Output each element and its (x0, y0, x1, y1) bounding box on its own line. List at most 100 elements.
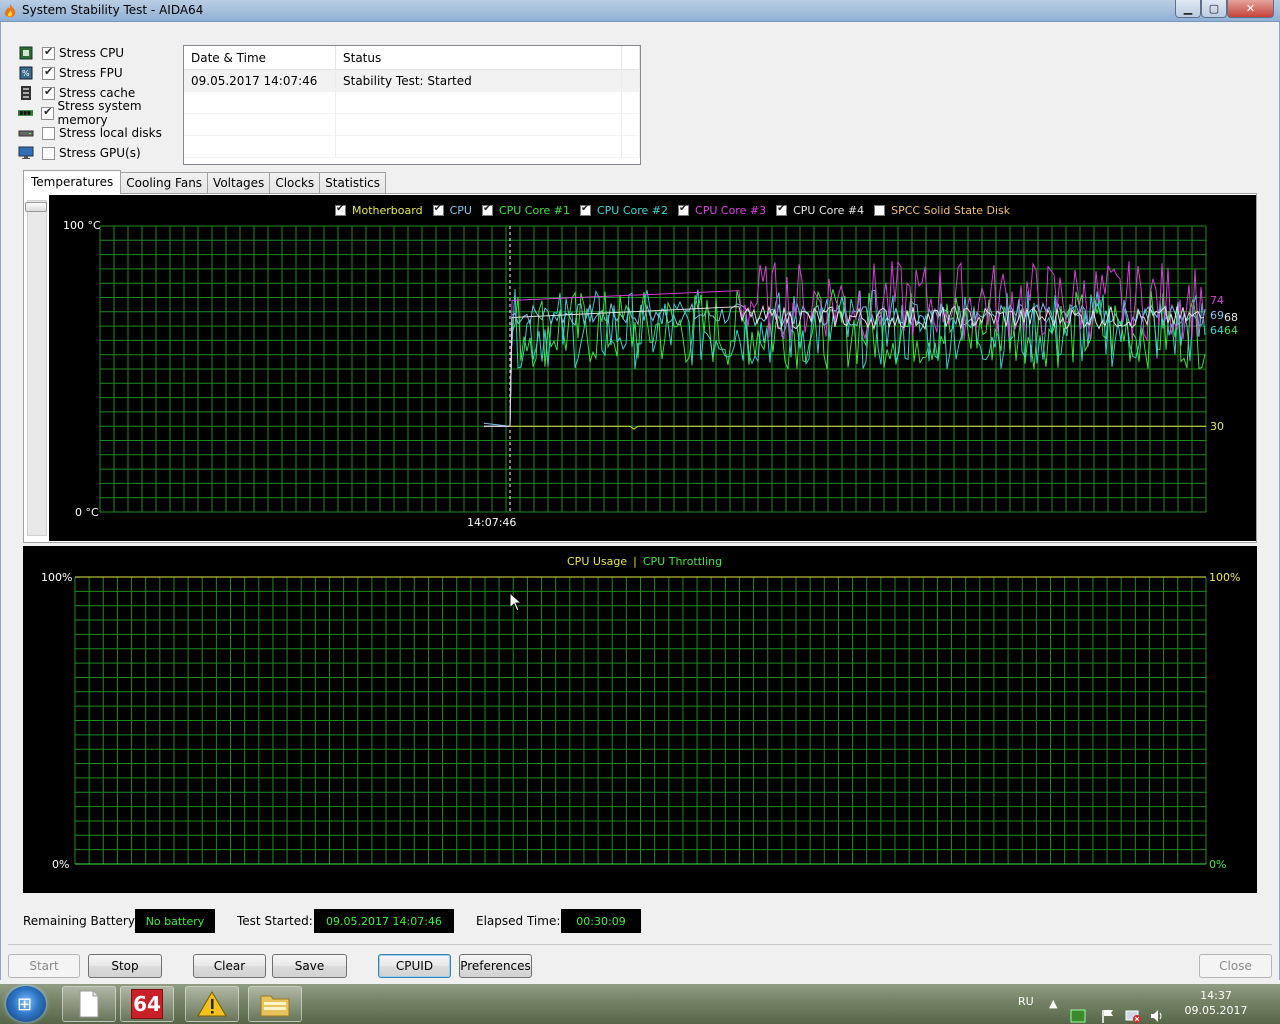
table-row (184, 92, 640, 114)
table-header: Date & Time Status (184, 46, 640, 70)
stress-memory-option[interactable]: Stress system memory (18, 99, 188, 127)
temperature-series-line (484, 288, 1206, 427)
temperature-series-line (484, 425, 1206, 430)
stress-fpu-label: Stress FPU (59, 66, 123, 80)
battery-value: No battery (135, 909, 215, 933)
minimize-button[interactable]: ▁ (1175, 0, 1201, 18)
cache-icon (21, 86, 31, 100)
window-close-button[interactable]: ✕ (1227, 0, 1274, 18)
stop-button[interactable]: Stop (88, 954, 162, 978)
svg-text:%: % (22, 69, 30, 78)
disk-drive-icon (18, 130, 34, 137)
temperature-graph: Motherboard CPU CPU Core #1 CPU Core #2 … (49, 195, 1256, 541)
value-core2: 64 (1210, 324, 1224, 337)
stress-fpu-option[interactable]: % Stress FPU (18, 64, 188, 82)
graph-scroll-thumb[interactable] (25, 202, 47, 212)
tab-statistics[interactable]: Statistics (319, 172, 387, 194)
cpu-usage-legend: CPU Usage | CPU Throttling (567, 555, 722, 568)
test-started-value: 09.05.2017 14:07:46 (314, 909, 454, 933)
network-disconnected-icon[interactable] (1124, 996, 1142, 1024)
graph-scroll-track[interactable] (27, 200, 47, 536)
clock-time: 14:37 (1200, 989, 1232, 1002)
stress-gpu-label: Stress GPU(s) (59, 146, 141, 160)
taskbar-item-explorer[interactable] (248, 986, 302, 1022)
temp-axis-bottom-label: 0 °C (75, 506, 99, 519)
legend-cpu-usage: CPU Usage (567, 555, 628, 568)
taskbar: ⊞ 64 (0, 984, 1280, 1024)
taskbar-item-document[interactable] (62, 986, 116, 1022)
legend-separator: | (633, 555, 637, 568)
legend-core4[interactable]: CPU Core #4 (776, 203, 865, 217)
value-core1: 64 (1224, 324, 1238, 337)
legend-motherboard-checkbox[interactable] (335, 203, 346, 216)
close-icon: ✕ (1245, 2, 1256, 15)
clear-button[interactable]: Clear (193, 954, 266, 978)
legend-cpu-checkbox[interactable] (432, 203, 444, 216)
system-clock[interactable]: 14:37 09.05.2017 (1180, 988, 1252, 1018)
start-button[interactable]: Start (8, 954, 80, 978)
legend-core3[interactable]: CPU Core #3 (678, 203, 766, 217)
taskbar-item-aida64[interactable]: 64 (120, 986, 174, 1022)
taskbar-item-warning[interactable] (185, 986, 239, 1022)
legend-cpu[interactable]: CPU (432, 203, 472, 217)
column-header-status[interactable]: Status (336, 46, 622, 70)
stress-disks-checkbox[interactable] (42, 126, 55, 140)
preferences-button[interactable]: Preferences (459, 954, 532, 978)
column-header-datetime[interactable]: Date & Time (184, 46, 336, 70)
temp-axis-top-label: 100 °C (63, 219, 101, 232)
tab-clocks[interactable]: Clocks (269, 172, 321, 194)
tab-voltages[interactable]: Voltages (207, 172, 271, 194)
legend-core2[interactable]: CPU Core #2 (579, 203, 669, 217)
stress-fpu-checkbox[interactable] (42, 65, 55, 80)
legend-ssd-checkbox[interactable] (874, 205, 886, 216)
temperature-graph-canvas (99, 225, 1207, 513)
windows-logo-icon: ⊞ (17, 994, 33, 1015)
maximize-button[interactable]: ▢ (1201, 0, 1227, 18)
monitor-icon (18, 146, 34, 159)
legend-core2-checkbox[interactable] (579, 203, 591, 216)
cpu-usage-grid (74, 576, 1207, 865)
temperature-legend: Motherboard CPU CPU Core #1 CPU Core #2 … (335, 203, 1020, 217)
legend-core4-checkbox[interactable] (776, 203, 788, 216)
legend-ssd[interactable]: SPCC Solid State Disk (874, 204, 1010, 217)
stress-cpu-checkbox[interactable] (42, 45, 55, 60)
volume-icon[interactable] (1149, 996, 1165, 1024)
legend-core4-label: CPU Core #4 (793, 204, 865, 217)
legend-core1-checkbox[interactable] (481, 203, 493, 216)
stress-memory-label: Stress system memory (57, 99, 142, 127)
tab-cooling-fans[interactable]: Cooling Fans (120, 172, 209, 194)
legend-core1-label: CPU Core #1 (498, 204, 570, 217)
tab-temperatures[interactable]: Temperatures (23, 170, 122, 194)
legend-core3-checkbox[interactable] (678, 203, 690, 216)
table-row (184, 114, 640, 136)
gpu-tray-icon[interactable] (1069, 996, 1087, 1024)
stress-gpu-checkbox[interactable] (42, 146, 55, 160)
minimize-icon: ▁ (1183, 2, 1193, 15)
document-icon (79, 990, 99, 1018)
temperature-grid (99, 225, 1207, 513)
stress-cache-label: Stress cache (59, 86, 136, 100)
legend-cpu-throttling: CPU Throttling (642, 555, 723, 568)
start-button-orb[interactable]: ⊞ (6, 986, 46, 1022)
show-hidden-icons-button[interactable]: ▲ (1049, 997, 1057, 1024)
stress-memory-checkbox[interactable] (41, 105, 54, 120)
cpuid-button[interactable]: CPUID (378, 954, 451, 978)
stress-gpu-option[interactable]: Stress GPU(s) (18, 144, 188, 162)
temperature-series-line (484, 304, 1205, 427)
legend-core2-label: CPU Core #2 (596, 204, 669, 217)
legend-motherboard[interactable]: Motherboard (335, 203, 423, 217)
save-button[interactable]: Save (272, 954, 347, 978)
language-indicator[interactable]: RU (1018, 995, 1034, 1024)
close-button[interactable]: Close (1199, 954, 1272, 978)
usage-axis-top-right: 100% (1209, 571, 1241, 584)
status-log-table[interactable]: Date & Time Status 09.05.2017 14:07:46 S… (183, 45, 641, 165)
action-center-flag-icon[interactable] (1100, 996, 1116, 1024)
table-row[interactable]: 09.05.2017 14:07:46 Stability Test: Star… (184, 70, 640, 92)
row-spacer (622, 70, 640, 92)
stress-disks-option[interactable]: Stress local disks (18, 124, 188, 142)
stress-cpu-option[interactable]: Stress CPU (18, 44, 188, 62)
mouse-cursor-icon (509, 592, 523, 612)
legend-core1[interactable]: CPU Core #1 (481, 203, 570, 217)
stress-cache-checkbox[interactable] (42, 85, 55, 100)
folder-icon (260, 995, 290, 1017)
